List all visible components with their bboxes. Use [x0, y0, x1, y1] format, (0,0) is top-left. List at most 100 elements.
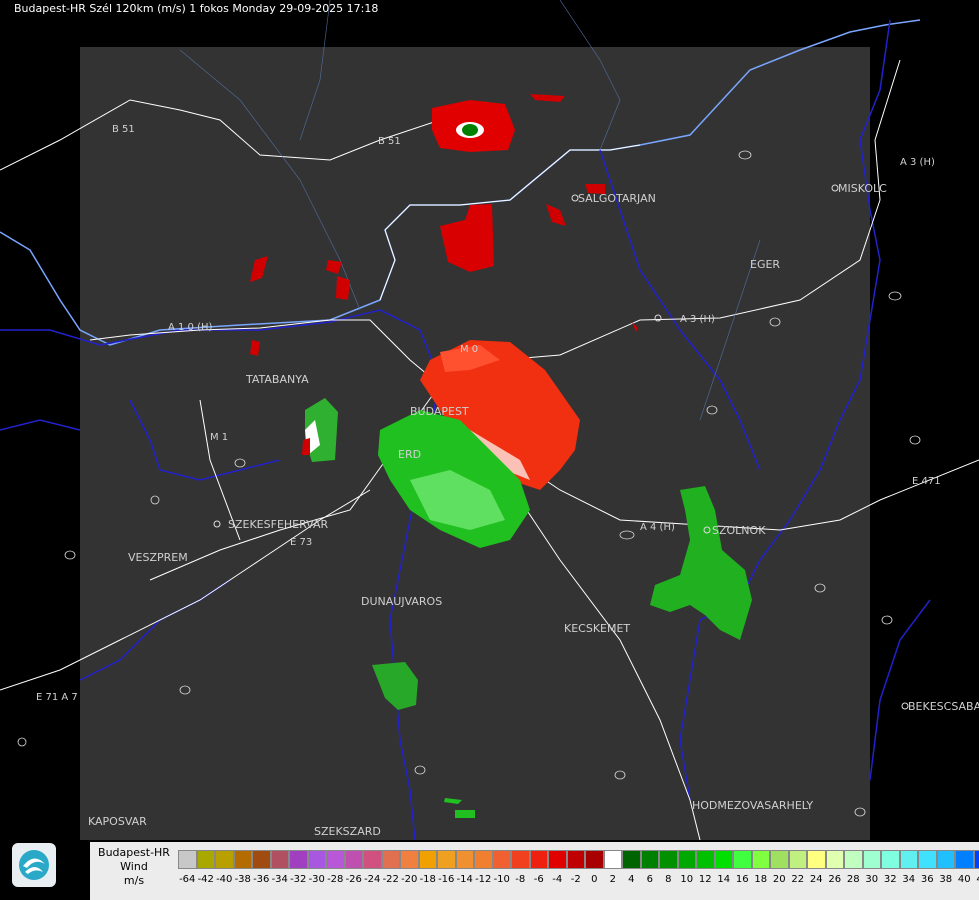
legend-swatch [733, 850, 752, 869]
legend-tick-label: -24 [364, 874, 381, 885]
road-label: A 3 (H) [680, 314, 715, 325]
road-label: M 0 [460, 344, 478, 355]
legend-swatch [455, 850, 474, 869]
city-label: SZOLNOK [712, 524, 766, 537]
legend-swatch [677, 850, 696, 869]
legend-tick-label: -42 [197, 874, 214, 885]
legend-tick-label: 32 [883, 874, 897, 885]
city-label: ERD [398, 448, 421, 461]
legend-swatch [788, 850, 807, 869]
legend-swatch [307, 850, 326, 869]
legend-tick-label: -22 [382, 874, 399, 885]
legend-swatch [529, 850, 548, 869]
legend-tick-label: -18 [419, 874, 436, 885]
legend-title-radar: Budapest-HR [98, 846, 170, 859]
legend-tick-label: -40 [216, 874, 233, 885]
road-label: E 71 A 7 [36, 692, 78, 703]
legend-swatch [751, 850, 770, 869]
legend-swatch [289, 850, 308, 869]
legend-tick-label: -14 [456, 874, 473, 885]
omsz-logo-icon [12, 843, 56, 887]
legend-tick-label: 18 [754, 874, 768, 885]
legend-tick-label: 34 [902, 874, 916, 885]
legend-tick-label: -16 [438, 874, 455, 885]
legend-tick-label: -36 [253, 874, 270, 885]
legend-swatch [807, 850, 826, 869]
city-label: VESZPREM [128, 551, 188, 564]
legend-swatches [178, 850, 979, 870]
legend-tick-label: -28 [327, 874, 344, 885]
city-label: SALGOTARJAN [578, 192, 656, 205]
legend-swatch [881, 850, 900, 869]
legend-swatch [363, 850, 382, 869]
legend-swatch [585, 850, 604, 869]
legend-swatch [474, 850, 493, 869]
legend-title-product: Wind [120, 860, 148, 873]
legend-tick-label: 38 [939, 874, 953, 885]
legend-unit: m/s [123, 874, 145, 887]
legend-swatch [955, 850, 974, 869]
legend-ticks: -64 -42 -40 -38 -36 -34 -32 -30 -28 -26 -24 -22 -20-… [178, 874, 979, 890]
legend-swatch [770, 850, 789, 869]
legend-tick-label: -26 [345, 874, 362, 885]
legend-tick-label: 8 [665, 874, 672, 885]
legend-swatch [548, 850, 567, 869]
city-label: TATABANYA [245, 373, 309, 386]
legend-tick-label: 10 [680, 874, 694, 885]
legend-swatch [622, 850, 641, 869]
legend-tick-label: -34 [271, 874, 288, 885]
legend-swatch [640, 850, 659, 869]
radar-map: B 51 B 51 A 3 (H) A 3 (H) A 1 0 (H) M 1 … [0, 0, 979, 840]
city-label: EGER [750, 258, 780, 271]
legend-tick-label: 16 [735, 874, 749, 885]
legend-tick-label: 0 [591, 874, 598, 885]
legend-swatch [252, 850, 271, 869]
legend-swatch [270, 850, 289, 869]
legend-swatch [566, 850, 585, 869]
legend-tick-label: 26 [828, 874, 842, 885]
legend-tick-label: 40 [957, 874, 971, 885]
legend-tick-label: -20 [401, 874, 418, 885]
legend-tick-label: -38 [234, 874, 251, 885]
city-label: KECSKEMET [564, 622, 630, 635]
legend-swatch [233, 850, 252, 869]
city-label: HODMEZOVASARHELY [692, 799, 813, 812]
legend-swatch [511, 850, 530, 869]
legend-swatch [326, 850, 345, 869]
legend-tick-label: 12 [698, 874, 712, 885]
legend-swatch [381, 850, 400, 869]
legend-tick-label: 14 [717, 874, 731, 885]
road-label: B 51 [378, 136, 401, 147]
legend-tick-label: -10 [493, 874, 510, 885]
legend-tick-label: 22 [791, 874, 805, 885]
road-label: B 51 [112, 124, 135, 135]
legend-swatch [437, 850, 456, 869]
road-label: M 1 [210, 432, 228, 443]
legend-swatch [936, 850, 955, 869]
legend-tick-label: 4 [628, 874, 635, 885]
legend-swatch [973, 850, 979, 869]
legend-swatch [492, 850, 511, 869]
legend-swatch [400, 850, 419, 869]
legend-swatch [862, 850, 881, 869]
road-label: A 3 (H) [900, 157, 935, 168]
legend-tick-label: 28 [846, 874, 860, 885]
legend-swatch [418, 850, 437, 869]
legend-swatch [918, 850, 937, 869]
city-label: SZEKESFEHERVAR [228, 518, 329, 531]
legend-tick-label: -12 [475, 874, 492, 885]
legend-tick-label: -8 [515, 874, 526, 885]
legend-tick-label: 2 [609, 874, 616, 885]
road-label: A 1 0 (H) [168, 322, 213, 333]
legend-swatch [344, 850, 363, 869]
road-label: E 471 [912, 476, 941, 487]
legend-tick-label: -32 [290, 874, 307, 885]
legend-swatch [899, 850, 918, 869]
legend-title: Budapest-HR Wind m/s [90, 846, 178, 888]
legend-tick-label: 36 [920, 874, 934, 885]
legend-swatch [844, 850, 863, 869]
city-label: BUDAPEST [410, 405, 469, 418]
road-label: A 4 (H) [640, 522, 675, 533]
legend-tick-label: 30 [865, 874, 879, 885]
legend-swatch [178, 850, 197, 869]
